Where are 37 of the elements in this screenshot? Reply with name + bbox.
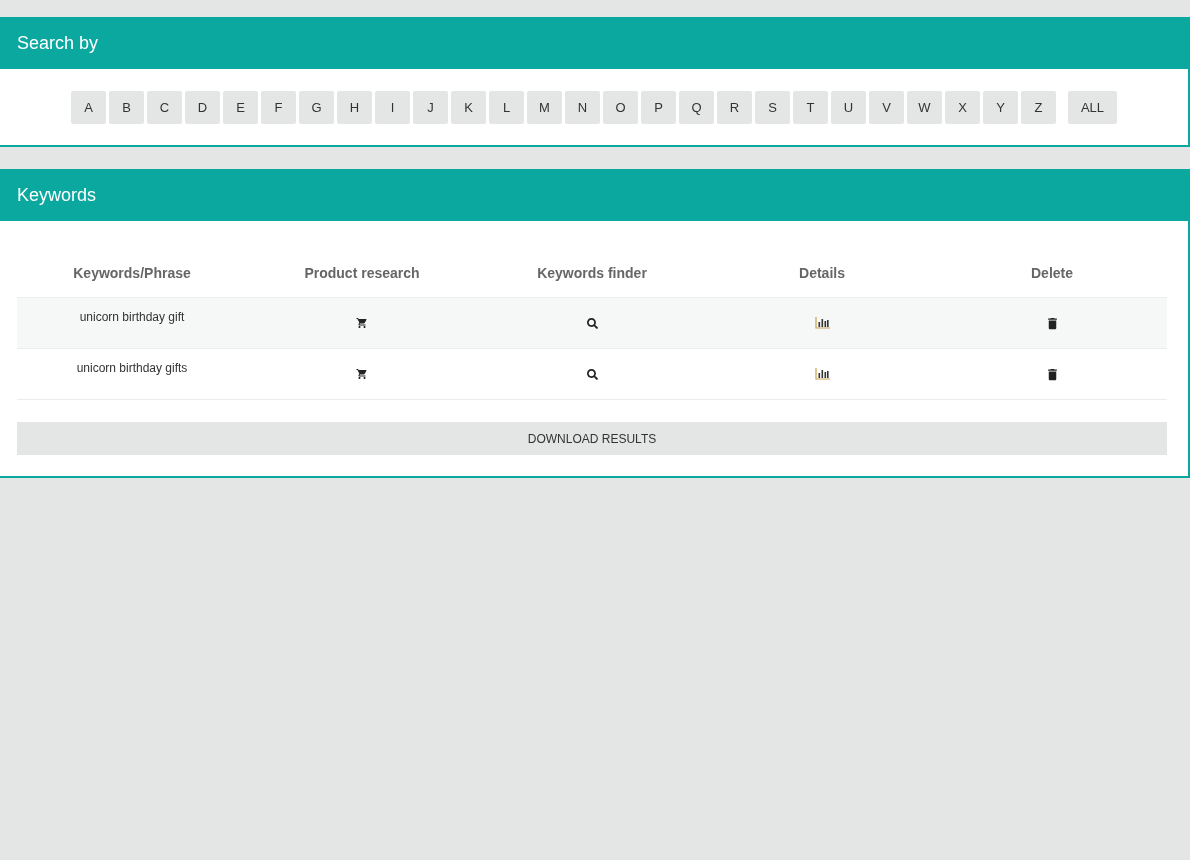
letter-button[interactable]: F [261, 91, 296, 124]
letter-button[interactable]: P [641, 91, 676, 124]
search-icon[interactable] [586, 317, 598, 329]
letter-button[interactable]: A [71, 91, 106, 124]
search-icon[interactable] [586, 368, 598, 380]
letter-button[interactable]: H [337, 91, 372, 124]
keyword-cell: unicorn birthday gift [17, 298, 247, 349]
letter-button[interactable]: X [945, 91, 980, 124]
download-button[interactable]: DOWNLOAD RESULTS [17, 422, 1167, 455]
letter-button[interactable]: T [793, 91, 828, 124]
letter-button[interactable]: U [831, 91, 866, 124]
letter-button[interactable]: I [375, 91, 410, 124]
letter-button[interactable]: O [603, 91, 638, 124]
letter-button[interactable]: Q [679, 91, 714, 124]
letter-button[interactable]: K [451, 91, 486, 124]
letter-button[interactable]: S [755, 91, 790, 124]
panel-title: Search by [0, 17, 1188, 69]
letter-button[interactable]: W [907, 91, 942, 124]
bar-chart-icon[interactable] [814, 368, 830, 380]
letter-button[interactable]: N [565, 91, 600, 124]
cart-icon[interactable] [356, 317, 368, 329]
panel-title: Keywords [0, 169, 1188, 221]
letter-button[interactable]: Z [1021, 91, 1056, 124]
letter-button[interactable]: G [299, 91, 334, 124]
letter-button[interactable]: L [489, 91, 524, 124]
letter-button[interactable]: R [717, 91, 752, 124]
letter-button[interactable]: C [147, 91, 182, 124]
letter-button[interactable]: J [413, 91, 448, 124]
letter-button[interactable]: D [185, 91, 220, 124]
letter-button[interactable]: M [527, 91, 562, 124]
letter-button[interactable]: Y [983, 91, 1018, 124]
letter-button[interactable]: V [869, 91, 904, 124]
cart-icon[interactable] [356, 368, 368, 380]
letter-button[interactable]: E [223, 91, 258, 124]
letter-button[interactable]: B [109, 91, 144, 124]
all-button[interactable]: ALL [1068, 91, 1117, 124]
bar-chart-icon[interactable] [814, 317, 830, 329]
